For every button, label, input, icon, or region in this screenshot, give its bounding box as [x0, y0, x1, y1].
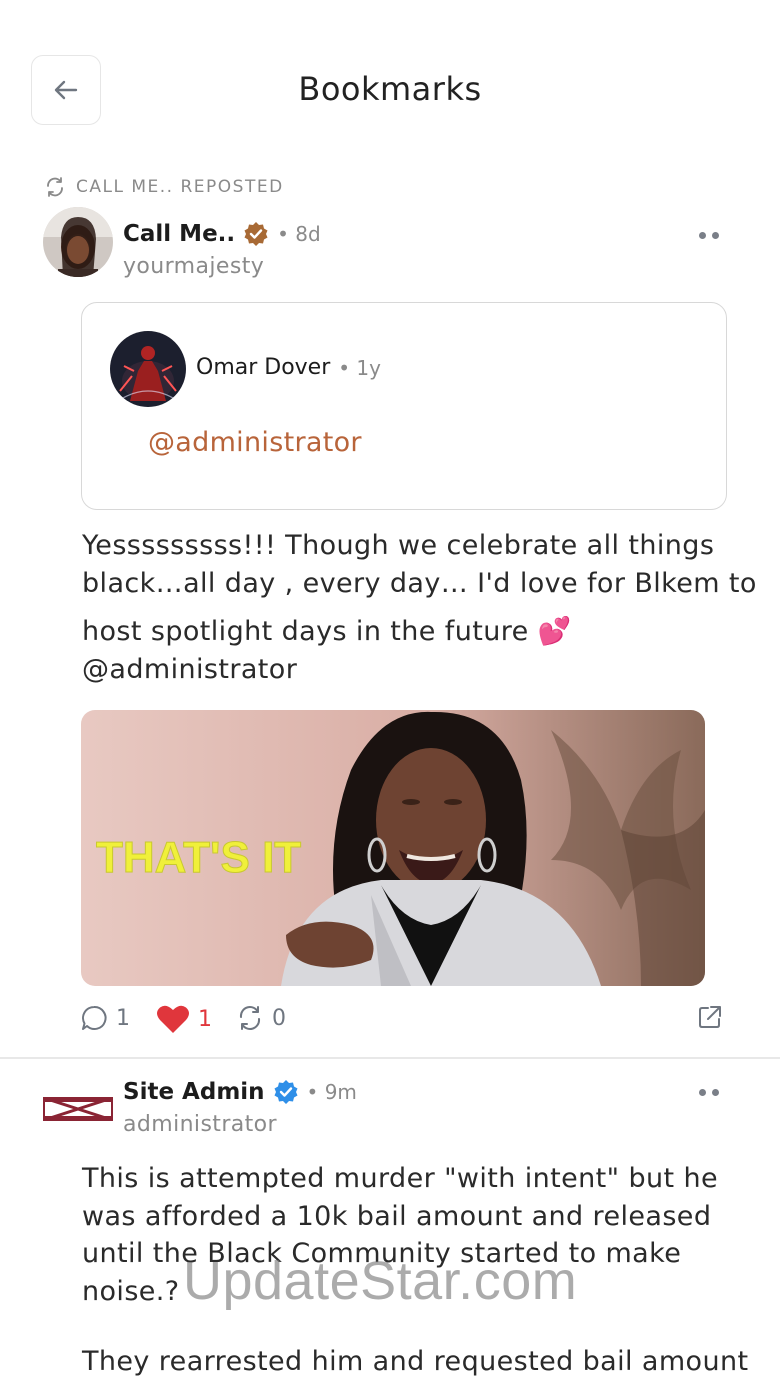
quoted-mention-link[interactable]: @administrator [148, 427, 362, 458]
more-dot-icon [699, 232, 706, 239]
post-divider [0, 1057, 780, 1059]
comment-button[interactable]: 1 [80, 1004, 130, 1032]
repost-icon [239, 1006, 261, 1030]
repost-count: 0 [272, 1005, 286, 1031]
post-time: • 9m [306, 1080, 357, 1104]
like-count: 1 [198, 1006, 212, 1032]
gif-media[interactable]: THAT'S IT [81, 710, 705, 986]
site-admin-avatar[interactable] [43, 1096, 113, 1122]
repost-label-text: CALL ME.. REPOSTED [76, 177, 284, 197]
header: Bookmarks [0, 0, 780, 170]
more-options-button[interactable] [699, 1089, 719, 1096]
share-button[interactable] [697, 1004, 723, 1030]
author-name[interactable]: Call Me.. [123, 221, 235, 247]
post-actions: 1 1 0 [80, 1004, 725, 1038]
post-text-line: host spotlight days in the future 💕 [82, 616, 572, 647]
post-text-line: noise.? [82, 1276, 180, 1307]
quoted-avatar[interactable] [110, 331, 186, 407]
author-row: Call Me.. • 8d [123, 221, 321, 247]
author-name[interactable]: Site Admin [123, 1079, 265, 1105]
more-dot-icon [699, 1089, 706, 1096]
post-text-line: black…all day , every day… I'd love for … [82, 568, 757, 599]
more-dot-icon [712, 232, 719, 239]
more-options-button[interactable] [699, 232, 719, 239]
quoted-author-row: Omar Dover • 1y [196, 355, 381, 380]
repost-icon [47, 177, 63, 197]
author-handle[interactable]: yourmajesty [123, 254, 264, 279]
avatar[interactable] [43, 207, 113, 277]
comment-icon [82, 1005, 107, 1030]
more-dot-icon [712, 1089, 719, 1096]
author-handle[interactable]: administrator [123, 1112, 277, 1137]
post-text-line: This is attempted murder "with intent" b… [82, 1163, 719, 1194]
author-row: Site Admin • 9m [123, 1079, 357, 1105]
share-icon [699, 1006, 721, 1028]
heart-icon [157, 1005, 189, 1033]
comment-count: 1 [116, 1005, 130, 1031]
watermark: UpdateStar.com [183, 1251, 578, 1311]
post-time: • 8d [277, 222, 321, 246]
repost-indicator: CALL ME.. REPOSTED [44, 176, 284, 198]
post-text-line: They rearrested him and requested bail a… [82, 1346, 749, 1377]
post-text-line: was afforded a 10k bail amount and relea… [82, 1201, 712, 1232]
quoted-author-name[interactable]: Omar Dover [196, 355, 330, 380]
verified-badge-icon [244, 222, 268, 246]
quoted-post[interactable]: Omar Dover • 1y @administrator [81, 302, 727, 510]
mention-link[interactable]: @administrator [82, 654, 297, 685]
verified-badge-icon [274, 1080, 298, 1104]
repost-button[interactable]: 0 [236, 1004, 286, 1032]
gif-caption: THAT'S IT [96, 833, 301, 882]
like-button[interactable]: 1 [156, 1004, 212, 1034]
post-text-line: Yesssssssss!!! Though we celebrate all t… [82, 530, 715, 561]
quoted-post-time: • 1y [338, 355, 381, 380]
page-title: Bookmarks [298, 70, 482, 108]
